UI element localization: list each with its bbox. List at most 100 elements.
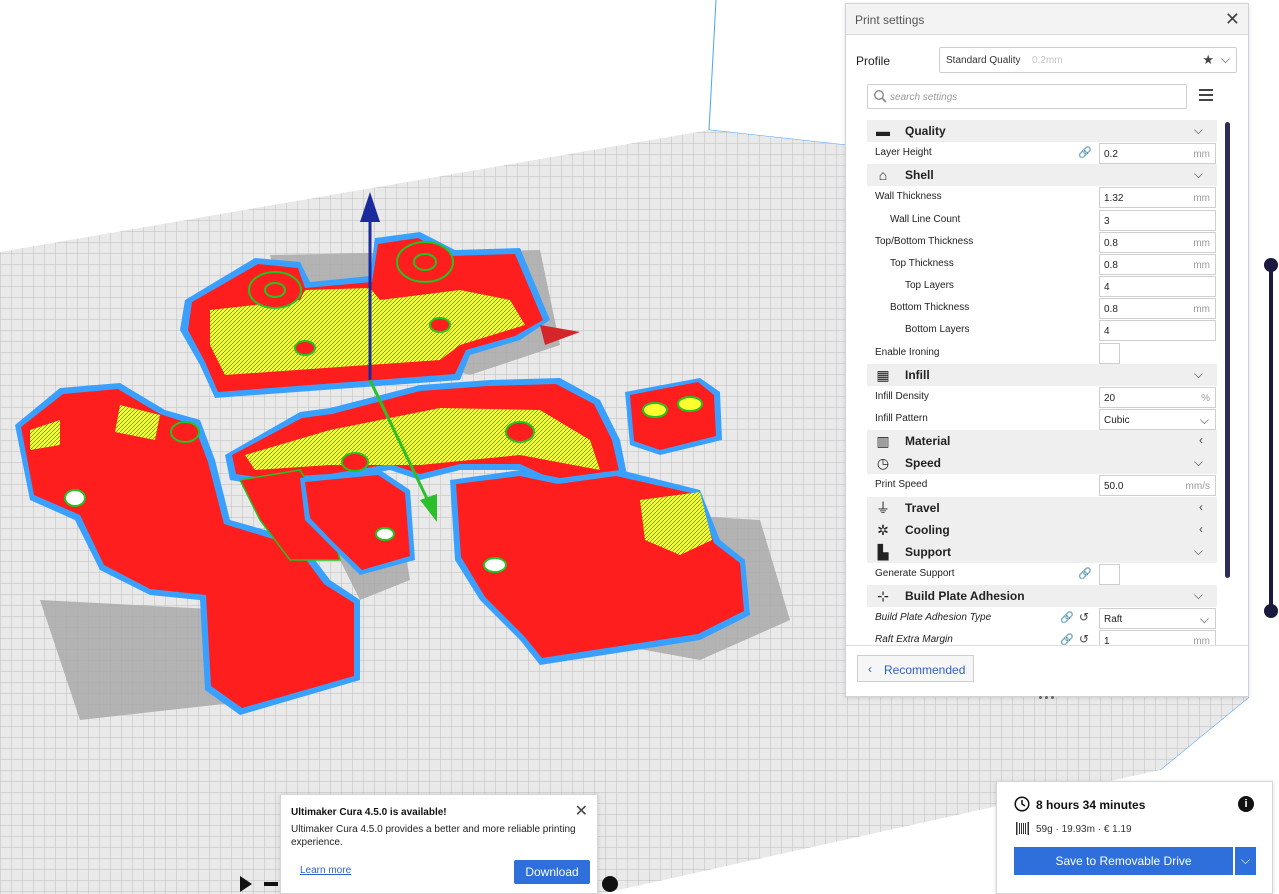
category-speed[interactable]: ◷ Speed ⌵ (867, 452, 1217, 475)
update-title: Ultimaker Cura 4.5.0 is available! (291, 807, 447, 818)
setting-label: Infill Density (875, 390, 929, 402)
setting-input[interactable]: 1 mm (1099, 630, 1216, 646)
chevron-down-icon: ⌵ (1193, 543, 1203, 558)
setting-input[interactable]: 20% (1099, 386, 1216, 408)
setting-row: Layer Height 🔗 0.2 mm (867, 142, 1217, 165)
profile-dropdown[interactable]: Standard Quality 0.2mm ★ ⌵ (939, 47, 1237, 73)
setting-input[interactable]: 0.8 mm (1099, 298, 1216, 320)
resize-handle[interactable] (1039, 690, 1057, 699)
print-settings-panel: Print settings ✕ Profile Standard Qualit… (845, 3, 1249, 699)
setting-row: Enable Ironing (867, 342, 1217, 364)
material-icon: ▥ (876, 433, 890, 450)
category-label: Speed (905, 456, 942, 471)
output-device-dropdown[interactable]: ⌵ (1235, 847, 1256, 875)
link-icon[interactable]: 🔗 (1060, 611, 1074, 624)
setting-label: Raft Extra Margin (875, 634, 953, 646)
quality-icon: ▬ (876, 123, 890, 139)
recommended-button[interactable]: ‹ Recommended (857, 655, 974, 682)
search-icon (873, 89, 887, 103)
category-label: Shell (905, 168, 934, 183)
reset-icon[interactable]: ↺ (1079, 632, 1089, 646)
category-label: Travel (905, 500, 940, 515)
setting-label: Wall Thickness (875, 191, 942, 203)
recommended-label: Recommended (884, 663, 966, 677)
path-slider-handle[interactable] (602, 876, 618, 892)
setting-unit: % (1201, 392, 1210, 404)
setting-input[interactable]: 1.32 mm (1099, 187, 1216, 209)
setting-input[interactable]: 50.0 mm/s (1099, 475, 1216, 497)
setting-input[interactable]: 4 (1099, 276, 1216, 298)
setting-row: Top Layers 4 (867, 275, 1217, 298)
settings-scrollbar[interactable] (1225, 122, 1230, 578)
play-simulation-icon[interactable] (240, 876, 252, 892)
setting-dropdown[interactable]: Raft ⌵ (1099, 608, 1216, 630)
setting-value: 0.8 (1104, 237, 1118, 249)
infill-icon: ▦ (876, 366, 890, 383)
close-icon[interactable]: ✕ (575, 801, 588, 821)
setting-unit: mm (1193, 237, 1210, 249)
chevron-down-icon: ⌵ (1193, 167, 1203, 182)
setting-label: Top Thickness (890, 257, 954, 269)
search-box[interactable] (867, 84, 1187, 109)
support-icon: ▙ (877, 543, 889, 560)
download-button[interactable]: Download (514, 860, 590, 884)
setting-dropdown[interactable]: Cubic ⌵ (1099, 408, 1216, 430)
shell-icon: ⌂ (878, 167, 888, 184)
settings-list[interactable]: ▬ Quality ⌵ Layer Height 🔗 0.2 mm ⌂ Shell ⌵ Wall T… (867, 120, 1217, 646)
chevron-down-icon: ⌵ (1193, 366, 1203, 381)
setting-input[interactable]: 0.2 mm (1099, 143, 1216, 165)
star-icon[interactable]: ★ (1202, 52, 1214, 68)
setting-checkbox[interactable] (1099, 564, 1120, 585)
path-slider-track[interactable] (264, 882, 278, 886)
chevron-down-icon: ⌵ (1193, 123, 1203, 137)
category-support[interactable]: ▙ Support ⌵ (867, 540, 1217, 563)
category-material[interactable]: ▥ Material ‹ (867, 430, 1217, 453)
setting-value: 0.2 (1104, 149, 1118, 161)
info-icon[interactable]: i (1238, 796, 1254, 812)
category-label: Material (905, 434, 951, 449)
category-label: Cooling (905, 522, 950, 537)
setting-input[interactable]: 0.8 mm (1099, 253, 1216, 275)
link-icon[interactable]: 🔗 (1078, 146, 1092, 159)
setting-value: 1.32 (1104, 193, 1124, 205)
link-icon[interactable]: 🔗 (1078, 567, 1092, 580)
setting-input[interactable]: 4 (1099, 320, 1216, 342)
setting-value: 0.8 (1104, 304, 1118, 316)
setting-checkbox[interactable] (1099, 342, 1120, 364)
save-to-removable-drive-button[interactable]: Save to Removable Drive (1014, 847, 1233, 875)
setting-label: Top/Bottom Thickness (875, 235, 974, 247)
setting-label: Layer Height (875, 147, 932, 159)
setting-input[interactable]: 0.8 mm (1099, 231, 1216, 253)
setting-input[interactable]: 3 (1099, 209, 1216, 231)
search-input[interactable] (888, 88, 1178, 106)
close-icon[interactable]: ✕ (1225, 8, 1240, 30)
layer-slider-track[interactable] (1269, 263, 1273, 614)
category-cooling[interactable]: ✲ Cooling ‹ (867, 518, 1217, 541)
chevron-left-icon: ‹ (868, 662, 872, 676)
category-label: Support (905, 544, 951, 559)
category-quality[interactable]: ▬ Quality ⌵ (867, 120, 1217, 142)
setting-value: 3 (1104, 215, 1110, 227)
setting-value: 4 (1104, 282, 1110, 294)
category-build-plate-adhesion[interactable]: ⊹ Build Plate Adhesion ⌵ (867, 585, 1217, 608)
learn-more-link[interactable]: Learn more (300, 865, 351, 876)
setting-unit: mm (1193, 193, 1210, 205)
settings-visibility-menu-icon[interactable] (1199, 89, 1213, 103)
category-travel[interactable]: ⏚ Travel ‹ (867, 496, 1217, 519)
category-shell[interactable]: ⌂ Shell ⌵ (867, 164, 1217, 187)
setting-value: 50.0 (1104, 481, 1124, 493)
cooling-icon: ✲ (877, 521, 889, 538)
layer-slider-bottom-handle[interactable] (1264, 604, 1278, 618)
reset-icon[interactable]: ↺ (1079, 610, 1089, 624)
chevron-left-icon: ‹ (1199, 433, 1203, 448)
layer-slider-top-handle[interactable] (1264, 258, 1278, 272)
profile-layer-height: 0.2mm (1032, 55, 1063, 66)
setting-row: Top/Bottom Thickness 0.8 mm (867, 231, 1217, 253)
chevron-down-icon: ⌵ (1199, 612, 1209, 627)
panel-footer-divider (846, 645, 1248, 646)
setting-unit: mm/s (1185, 481, 1210, 493)
print-estimate-panel: 8 hours 34 minutes i 59g · 19.93m · € 1.… (996, 781, 1273, 894)
category-infill[interactable]: ▦ Infill ⌵ (867, 363, 1217, 386)
setting-value: 0.8 (1104, 259, 1118, 271)
update-notification: Ultimaker Cura 4.5.0 is available! ✕ Ult… (280, 794, 598, 894)
